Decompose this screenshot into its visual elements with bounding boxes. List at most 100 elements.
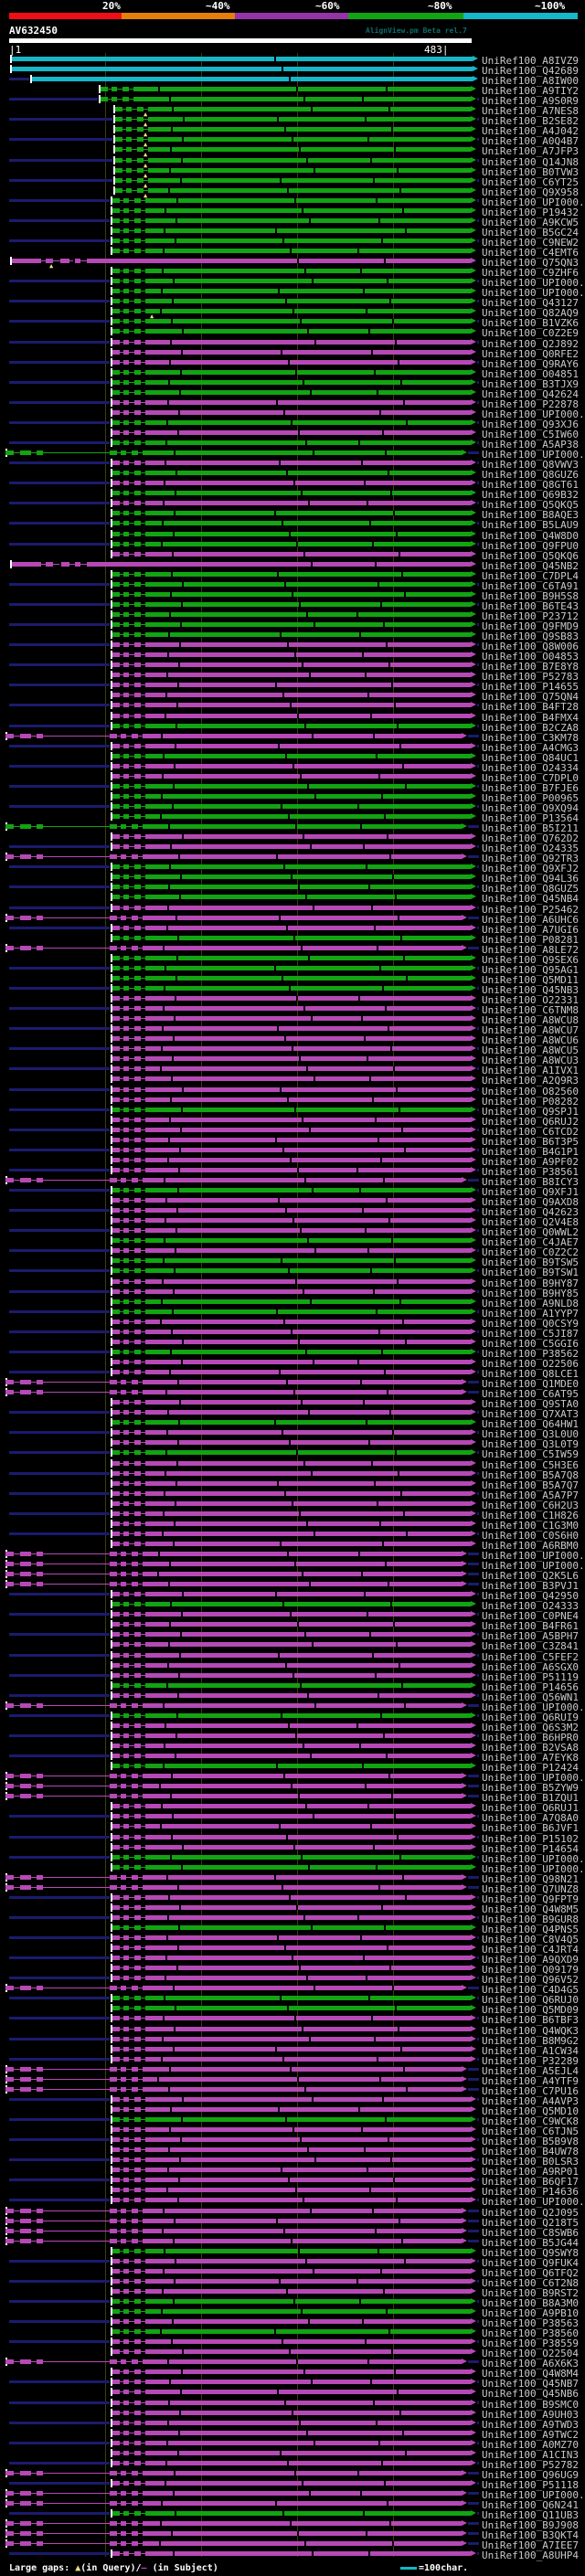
- alignment-bar[interactable]: [115, 127, 471, 132]
- subject-label[interactable]: UniRef100_Q6S3M2: [482, 1723, 579, 1733]
- alignment-bar[interactable]: [112, 784, 471, 789]
- alignment-bar[interactable]: [112, 2147, 471, 2152]
- subject-label[interactable]: UniRef100_A7EYK8: [482, 1753, 579, 1763]
- subject-label[interactable]: UniRef100_B1ZQU1: [482, 1793, 579, 1803]
- alignment-bar[interactable]: [112, 2279, 471, 2284]
- alignment-bar[interactable]: [112, 360, 471, 365]
- subject-label[interactable]: UniRef100_C1G3M0: [482, 1521, 579, 1531]
- subject-label[interactable]: UniRef100_A9KCW5: [482, 217, 579, 228]
- subject-label[interactable]: UniRef100_A8UHP4: [482, 2550, 579, 2560]
- alignment-bar[interactable]: [112, 642, 471, 647]
- subject-label[interactable]: UniRef100_B9J908: [482, 2520, 579, 2530]
- subject-label[interactable]: UniRef100_UPI000..: [482, 409, 585, 419]
- alignment-bar[interactable]: [112, 1299, 471, 1304]
- subject-label[interactable]: UniRef100_A9TWD3: [482, 2420, 579, 2430]
- subject-label[interactable]: UniRef100_Q92TR3: [482, 853, 579, 864]
- alignment-bar[interactable]: [112, 329, 471, 334]
- alignment-bar[interactable]: [112, 1895, 471, 1900]
- alignment-bar[interactable]: [112, 279, 471, 283]
- alignment-bar[interactable]: [112, 2178, 471, 2182]
- alignment-bar[interactable]: [112, 1350, 471, 1354]
- subject-label[interactable]: UniRef100_O22506: [482, 1359, 579, 1369]
- alignment-bar[interactable]: [110, 2077, 462, 2082]
- subject-label[interactable]: UniRef100_B5B9V8: [482, 2136, 579, 2147]
- subject-label[interactable]: UniRef100_A8LE72: [482, 945, 579, 955]
- alignment-bar[interactable]: [112, 289, 471, 293]
- alignment-bar[interactable]: [112, 1320, 471, 1324]
- alignment-bar[interactable]: [112, 986, 471, 991]
- alignment-bar[interactable]: [112, 1532, 471, 1536]
- subject-label[interactable]: UniRef100_A7IEE7: [482, 2540, 579, 2550]
- subject-label[interactable]: UniRef100_Q0CSY9: [482, 1319, 579, 1329]
- alignment-bar[interactable]: [110, 2471, 462, 2475]
- alignment-bar[interactable]: [110, 2067, 462, 2072]
- subject-label[interactable]: UniRef100_B5I211: [482, 823, 579, 833]
- alignment-bar[interactable]: [112, 532, 471, 536]
- subject-label[interactable]: UniRef100_Q9STA0: [482, 1399, 579, 1409]
- alignment-bar[interactable]: [112, 804, 471, 809]
- subject-label[interactable]: UniRef100_C6TCD2: [482, 1127, 579, 1137]
- subject-label[interactable]: UniRef100_Q42689: [482, 66, 579, 76]
- alignment-bar[interactable]: [110, 1562, 462, 1566]
- subject-label[interactable]: UniRef100_C4EMT6: [482, 248, 579, 258]
- alignment-bar[interactable]: [110, 2491, 462, 2496]
- alignment-bar[interactable]: [112, 2259, 471, 2263]
- subject-label[interactable]: UniRef100_Q42950: [482, 1591, 579, 1601]
- subject-label[interactable]: UniRef100_C9NEW2: [482, 238, 579, 248]
- alignment-bar[interactable]: [112, 249, 471, 253]
- alignment-bar[interactable]: [112, 1248, 471, 1253]
- alignment-bar[interactable]: [115, 107, 471, 111]
- subject-label[interactable]: UniRef100_Q56WN1: [482, 1692, 579, 1702]
- subject-label[interactable]: UniRef100_A8WCU5: [482, 1045, 579, 1055]
- subject-label[interactable]: UniRef100_Q8LCE1: [482, 1369, 579, 1379]
- subject-label[interactable]: UniRef100_Q96V52: [482, 1975, 579, 1985]
- alignment-bar[interactable]: [115, 178, 471, 183]
- subject-label[interactable]: UniRef100_Q4W8M4: [482, 2369, 579, 2379]
- subject-label[interactable]: UniRef100_C8V4Q5: [482, 1935, 579, 1945]
- subject-label[interactable]: UniRef100_A9S0R9: [482, 96, 579, 106]
- alignment-bar[interactable]: [112, 1945, 471, 1950]
- alignment-bar[interactable]: [112, 1118, 471, 1122]
- subject-label[interactable]: UniRef100_C3Z841: [482, 1641, 579, 1651]
- subject-label[interactable]: UniRef100_UPI000..: [482, 1773, 585, 1783]
- alignment-bar[interactable]: [112, 1542, 471, 1546]
- alignment-bar[interactable]: [112, 319, 471, 323]
- subject-label[interactable]: UniRef100_A6UHC6: [482, 915, 579, 925]
- subject-label[interactable]: UniRef100_Q45NB4: [482, 894, 579, 904]
- subject-label[interactable]: UniRef100_B2SE82: [482, 116, 579, 126]
- alignment-bar[interactable]: [112, 2380, 471, 2384]
- alignment-bar[interactable]: [110, 1390, 462, 1394]
- subject-label[interactable]: UniRef100_C7PU16: [482, 2086, 579, 2096]
- alignment-bar[interactable]: [112, 1400, 471, 1405]
- alignment-bar[interactable]: [112, 2016, 471, 2020]
- alignment-bar[interactable]: [112, 1076, 471, 1081]
- subject-label[interactable]: UniRef100_A1IVX1: [482, 1065, 579, 1076]
- subject-label[interactable]: UniRef100_C6H2U3: [482, 1500, 579, 1511]
- subject-label[interactable]: UniRef100_Q9XQ94: [482, 803, 579, 813]
- subject-label[interactable]: UniRef100_C0PNE4: [482, 1611, 579, 1621]
- subject-label[interactable]: UniRef100_Q75QN4: [482, 692, 579, 702]
- alignment-bar[interactable]: [112, 1925, 471, 1930]
- subject-label[interactable]: UniRef100_Q6RUI9: [482, 1712, 579, 1723]
- alignment-bar[interactable]: [112, 794, 471, 799]
- alignment-bar[interactable]: [115, 117, 471, 122]
- alignment-bar[interactable]: [110, 2219, 462, 2223]
- subject-label[interactable]: UniRef100_P08282: [482, 1097, 579, 1107]
- alignment-bar[interactable]: [110, 1774, 462, 1778]
- subject-label[interactable]: UniRef100_Q95AG1: [482, 965, 579, 975]
- alignment-bar[interactable]: [112, 1612, 471, 1617]
- subject-label[interactable]: UniRef100_B6QF17: [482, 2177, 579, 2187]
- alignment-bar[interactable]: [112, 1915, 471, 1920]
- subject-label[interactable]: UniRef100_A5AP38: [482, 440, 579, 450]
- subject-label[interactable]: UniRef100_B4G1P1: [482, 1147, 579, 1157]
- subject-label[interactable]: UniRef100_Q9FUK4: [482, 2258, 579, 2268]
- alignment-bar[interactable]: [112, 1440, 471, 1445]
- alignment-bar[interactable]: [112, 2401, 471, 2405]
- subject-label[interactable]: UniRef100_B5JG44: [482, 2238, 579, 2248]
- alignment-bar[interactable]: [112, 1521, 471, 1526]
- alignment-bar[interactable]: [112, 1996, 471, 2000]
- subject-label[interactable]: UniRef100_Q9AXD8: [482, 1197, 579, 1207]
- subject-label[interactable]: UniRef100_Q9SPJ1: [482, 1107, 579, 1117]
- alignment-bar[interactable]: [110, 1986, 462, 1990]
- subject-label[interactable]: UniRef100_UPI000..: [482, 1864, 585, 1874]
